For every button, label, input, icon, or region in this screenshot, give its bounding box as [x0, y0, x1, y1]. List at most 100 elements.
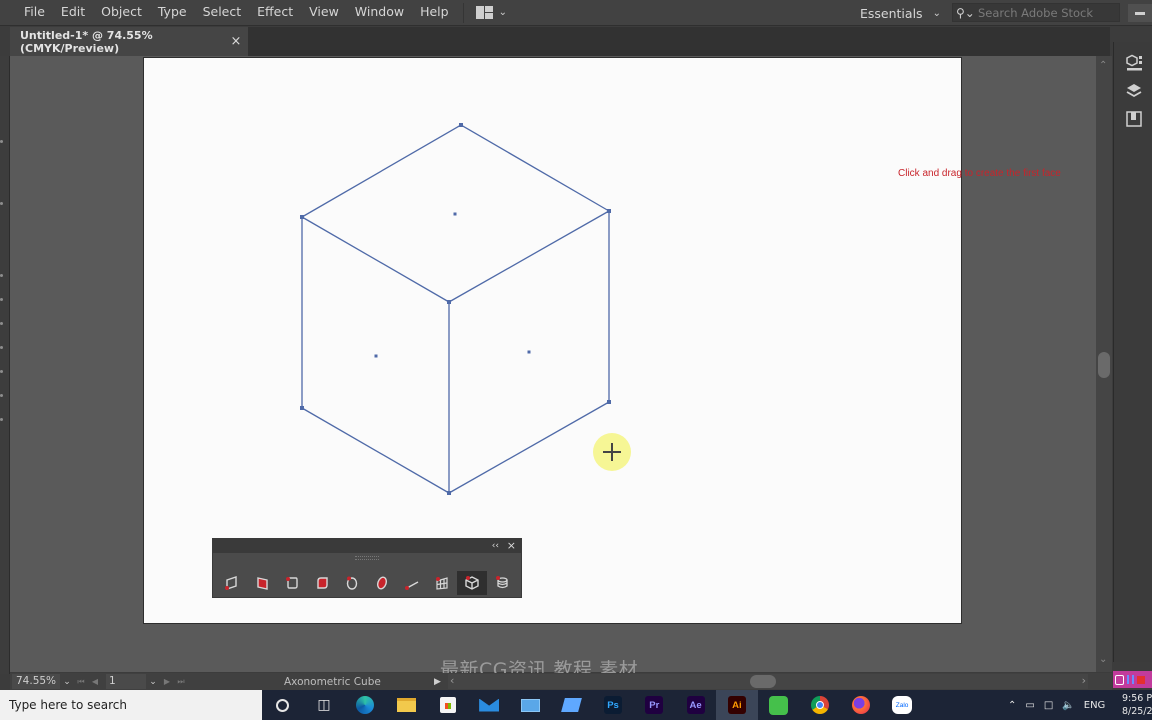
scroll-right-icon[interactable]: ›	[1082, 674, 1086, 688]
status-menu-icon[interactable]: ▶	[434, 677, 444, 687]
show-hidden-icons[interactable]: ⌃	[1008, 700, 1016, 711]
tool-button-line[interactable]	[397, 571, 427, 595]
panel-drag-handle[interactable]	[355, 556, 379, 560]
taskbar-app-photoshop[interactable]: Ps	[592, 690, 633, 720]
scroll-down-icon[interactable]: ⌄	[1099, 654, 1107, 665]
battery-icon[interactable]: ▭	[1025, 700, 1034, 711]
zoom-dropdown-icon[interactable]: ⌄	[60, 677, 74, 687]
cube-edge-top-upper_right[interactable]	[460, 124, 610, 212]
taskbar-app-premiere[interactable]: Pr	[634, 690, 675, 720]
network-icon[interactable]: □	[1044, 700, 1053, 711]
cube-drawing[interactable]	[10, 56, 1096, 672]
arrange-documents-button[interactable]: ⌄	[470, 6, 513, 19]
stock-search-input[interactable]	[978, 5, 1118, 20]
tool-button-cylinder[interactable]	[487, 571, 517, 595]
taskbar-app-after-effects[interactable]: Ae	[675, 690, 716, 720]
taskbar-app-store[interactable]	[427, 690, 468, 720]
recorder-indicator[interactable]	[1113, 671, 1152, 688]
taskbar-app-green-app[interactable]	[758, 690, 799, 720]
menu-effect[interactable]: Effect	[249, 0, 301, 26]
adobe-stock-search[interactable]: ⚲⌄	[952, 3, 1120, 22]
vertical-scrollbar[interactable]: ⌃ ⌄	[1096, 56, 1112, 672]
anchor-point-upper_left[interactable]	[300, 215, 304, 219]
edge-icon	[356, 696, 375, 714]
tool-button-ellipse-right[interactable]	[367, 571, 397, 595]
minimize-button[interactable]	[1128, 4, 1152, 22]
taskbar-app-mail[interactable]	[468, 690, 509, 720]
menu-view[interactable]: View	[301, 0, 347, 26]
horizontal-scrollbar[interactable]: ‹ ›	[448, 674, 1088, 689]
face-center-point[interactable]	[453, 212, 457, 216]
tool-button-ellipse-left[interactable]	[337, 571, 367, 595]
anchor-point-lower_left[interactable]	[300, 406, 304, 410]
anchor-point-center[interactable]	[447, 300, 451, 304]
zoom-level-field[interactable]: 74.55%	[12, 674, 60, 689]
cube-edge-upper_right-center[interactable]	[448, 210, 610, 303]
tool-button-plane-left[interactable]	[217, 571, 247, 595]
libraries-panel-icon[interactable]	[1122, 52, 1146, 74]
last-artboard-icon[interactable]: ⏭	[174, 677, 188, 687]
cube-edge-lower_left-bottom[interactable]	[301, 407, 450, 494]
cylinder-icon	[496, 576, 508, 589]
scroll-thumb[interactable]	[750, 675, 776, 688]
close-panel-icon[interactable]: ×	[507, 539, 516, 553]
cube-edge-top-upper_left[interactable]	[301, 124, 462, 218]
tool-button-axonometric-cube[interactable]	[457, 571, 487, 595]
tools-panel-edge[interactable]	[0, 56, 10, 674]
anchor-point-upper_right[interactable]	[607, 209, 611, 213]
taskbar-app-chrome[interactable]	[799, 690, 840, 720]
tool-button-grid[interactable]	[427, 571, 457, 595]
tool-dot	[0, 274, 3, 277]
artboard-number-field[interactable]: 1	[106, 674, 146, 689]
anchor-point-lower_right[interactable]	[607, 400, 611, 404]
scroll-left-icon[interactable]: ‹	[450, 674, 454, 688]
tool-dot	[0, 298, 3, 301]
menu-select[interactable]: Select	[195, 0, 250, 26]
taskbar-app-edge[interactable]	[345, 690, 386, 720]
face-center-point[interactable]	[527, 350, 531, 354]
menu-object[interactable]: Object	[93, 0, 150, 26]
system-clock[interactable]: 9:56 P 8/25/2	[1122, 690, 1152, 720]
taskbar-app-cortana[interactable]	[262, 690, 303, 720]
menu-help[interactable]: Help	[412, 0, 457, 26]
face-center-point[interactable]	[374, 354, 378, 358]
tool-button-plane-right[interactable]	[247, 571, 277, 595]
prev-artboard-icon[interactable]: ◀	[88, 677, 102, 686]
anchor-point-top[interactable]	[459, 123, 463, 127]
taskbar-app-remote-desktop[interactable]	[510, 690, 551, 720]
taskbar-app-illustrator[interactable]: Ai	[716, 690, 758, 720]
taskbar-search[interactable]	[0, 690, 262, 720]
cube-edge-upper_left-center[interactable]	[301, 216, 450, 303]
panel-header[interactable]: ‹‹ ×	[213, 539, 521, 553]
menu-window[interactable]: Window	[347, 0, 412, 26]
artboard-dropdown-icon[interactable]: ⌄	[146, 677, 160, 687]
workspace-switcher[interactable]: Essentials ⌄	[860, 0, 941, 26]
properties-panel-icon[interactable]	[1122, 108, 1146, 130]
taskbar-app-task-view[interactable]: ◫	[303, 690, 344, 720]
volume-icon[interactable]: 🔈	[1062, 700, 1074, 711]
scroll-thumb[interactable]	[1098, 352, 1110, 378]
anchor-point-bottom[interactable]	[447, 491, 451, 495]
first-artboard-icon[interactable]: ⏮	[74, 677, 88, 687]
canvas-area[interactable]: Click and drag to create the first face …	[10, 56, 1096, 706]
close-tab-icon[interactable]: ×	[228, 34, 244, 49]
layers-panel-icon[interactable]	[1122, 80, 1146, 102]
collapse-panel-icon[interactable]: ‹‹	[492, 539, 499, 553]
taskbar-search-input[interactable]	[9, 698, 249, 712]
tool-button-rounded-plane-left[interactable]	[277, 571, 307, 595]
scroll-up-icon[interactable]: ⌃	[1099, 60, 1107, 71]
next-artboard-icon[interactable]: ▶	[160, 677, 174, 686]
menu-edit[interactable]: Edit	[53, 0, 93, 26]
tool-button-rounded-plane-right[interactable]	[307, 571, 337, 595]
document-tab[interactable]: Untitled-1* @ 74.55% (CMYK/Preview) ×	[10, 27, 248, 56]
language-indicator[interactable]: ENG	[1084, 700, 1106, 711]
tool-dot	[0, 322, 3, 325]
cube-edge-lower_right-bottom[interactable]	[448, 401, 610, 494]
axonometric-cube-icon	[465, 576, 479, 590]
taskbar-app-network-app[interactable]	[551, 690, 592, 720]
taskbar-app-zalo[interactable]: Zalo	[881, 690, 922, 720]
menu-type[interactable]: Type	[150, 0, 195, 26]
taskbar-app-firefox[interactable]	[840, 690, 881, 720]
menu-file[interactable]: File	[16, 0, 53, 26]
taskbar-app-file-explorer[interactable]	[386, 690, 427, 720]
